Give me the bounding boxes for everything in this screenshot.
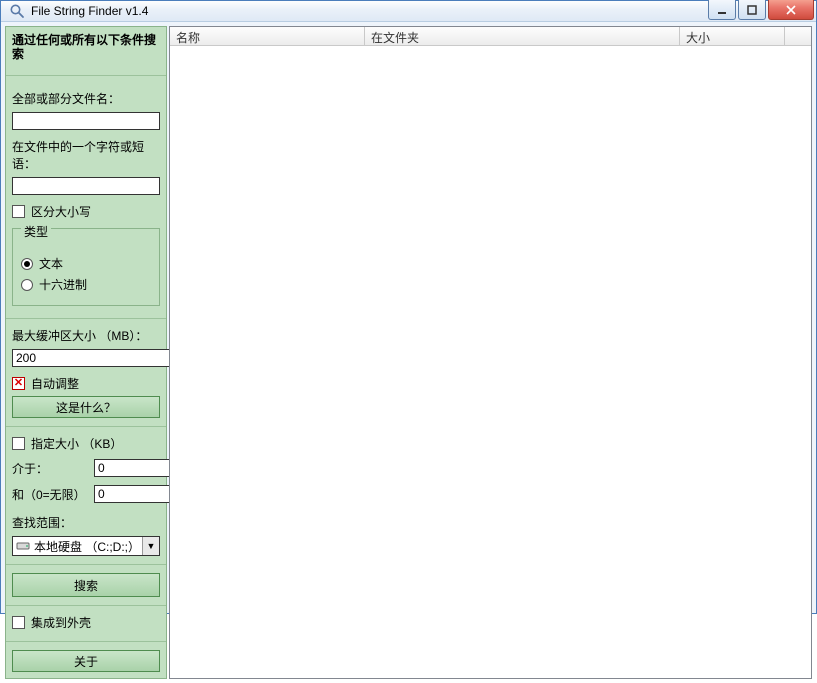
divider [6,605,166,606]
shell-integrate-label: 集成到外壳 [31,614,91,631]
divider [6,641,166,642]
size-enable-checkbox[interactable] [12,437,25,450]
what-is-this-button[interactable]: 这是什么？ [12,396,160,418]
size-min-spinner[interactable]: ▲ ▼ [94,459,156,477]
results-list[interactable] [170,46,811,678]
shell-integrate-checkbox[interactable] [12,616,25,629]
type-hex-radio[interactable] [21,279,33,291]
close-icon [786,5,796,15]
app-window: File String Finder v1.4 通过任何或所有以下条件搜索 全部… [0,0,817,614]
title-bar[interactable]: File String Finder v1.4 [1,1,816,22]
content-label: 在文件中的一个字符或短语： [12,138,160,172]
case-sensitive-label: 区分大小写 [31,203,91,220]
type-legend: 类型 [21,223,51,240]
maximize-button[interactable] [738,0,766,20]
divider [6,318,166,319]
results-pane: 名称 在文件夹 大小 [169,26,812,679]
window-buttons [706,1,814,21]
column-size[interactable]: 大小 [680,27,785,45]
client-area: 通过任何或所有以下条件搜索 全部或部分文件名： 在文件中的一个字符或短语： 区分… [1,22,816,683]
column-folder[interactable]: 在文件夹 [365,27,680,45]
content-input[interactable] [12,177,160,195]
auto-adjust-label: 自动调整 [31,375,79,392]
buffer-spinner[interactable]: ▲ ▼ [12,349,160,367]
divider [6,564,166,565]
case-sensitive-checkbox[interactable] [12,205,25,218]
type-group: 类型 文本 十六进制 [12,228,160,306]
minimize-icon [717,5,727,15]
size-enable-label: 指定大小 （KB） [31,435,122,452]
scope-value: 本地硬盘 （C:;D:;） [34,538,142,555]
column-spacer [785,27,811,45]
divider [6,75,166,76]
buffer-label: 最大缓冲区大小 （MB）： [12,327,160,344]
chevron-down-icon[interactable]: ▼ [142,537,159,555]
type-text-label: 文本 [39,255,63,272]
search-button[interactable]: 搜索 [12,573,160,597]
scope-select[interactable]: 本地硬盘 （C:;D:;） ▼ [12,536,160,556]
column-name[interactable]: 名称 [170,27,365,45]
size-and-label: 和（0=无限） [12,486,90,503]
filename-input[interactable] [12,112,160,130]
size-max-spinner[interactable]: ▲ ▼ [94,485,156,503]
panel-heading: 通过任何或所有以下条件搜索 [12,33,160,61]
results-header: 名称 在文件夹 大小 [170,27,811,46]
window-title: File String Finder v1.4 [31,4,706,18]
about-button[interactable]: 关于 [12,650,160,672]
scope-label: 查找范围： [12,514,160,531]
drive-icon [16,540,30,552]
minimize-button[interactable] [708,0,736,20]
search-panel: 通过任何或所有以下条件搜索 全部或部分文件名： 在文件中的一个字符或短语： 区分… [5,26,167,679]
auto-adjust-checkbox[interactable]: ✕ [12,377,25,390]
filename-label: 全部或部分文件名： [12,90,160,107]
size-between-label: 介于： [12,460,90,477]
buffer-input[interactable] [12,349,174,367]
type-hex-label: 十六进制 [39,276,87,293]
app-icon [9,3,25,19]
divider [6,426,166,427]
close-button[interactable] [768,0,814,20]
type-text-radio[interactable] [21,258,33,270]
maximize-icon [747,5,757,15]
